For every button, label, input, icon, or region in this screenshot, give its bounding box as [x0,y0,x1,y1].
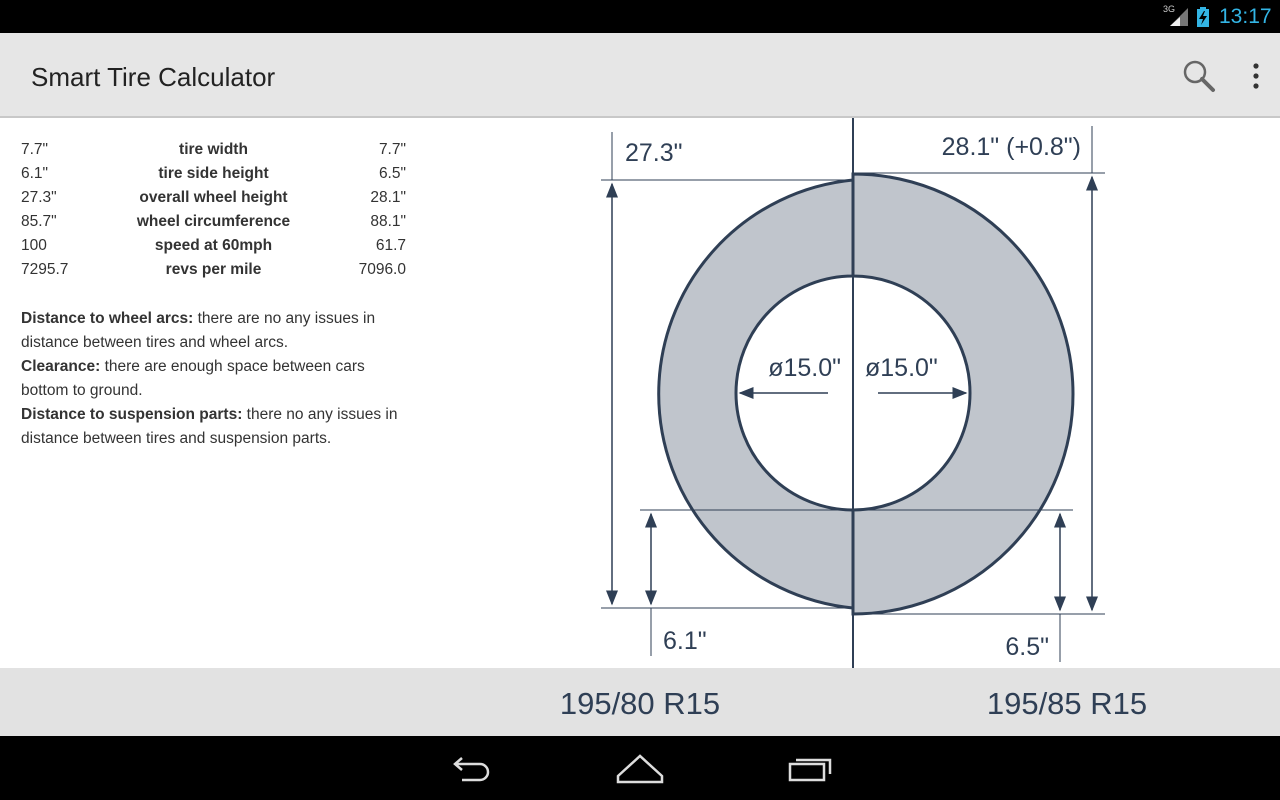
table-row: 7.7" tire width 7.7" [21,139,406,163]
app-title: Smart Tire Calculator [31,62,276,92]
note-clearance: Clearance: there are enough space betwee… [21,355,406,403]
overflow-menu-icon[interactable] [1244,59,1268,93]
note-title: Clearance: [21,358,101,375]
left-side-label: 6.1" [663,627,707,655]
action-bar: Smart Tire Calculator [0,33,1280,118]
note-title: Distance to wheel arcs: [21,310,194,327]
row-label: revs per mile [165,261,262,278]
table-row: 100 speed at 60mph 61.7 [21,235,406,259]
table-row: 6.1" tire side height 6.5" [21,163,406,187]
comparison-table: 7.7" tire width 7.7" 6.1" tire side heig… [21,139,406,283]
note-title: Distance to suspension parts: [21,406,243,423]
note-wheel-arcs: Distance to wheel arcs: there are no any… [21,307,406,355]
clock: 13:17 [1219,5,1272,28]
right-side-label: 6.5" [1005,633,1049,661]
right-tire-half [851,172,1075,616]
row-label: overall wheel height [139,189,288,206]
tire-diagram: 27.3" 28.1" (+0.8") ø15.0" ø15.0" 6.1" 6… [601,118,1105,668]
right-tire-size[interactable]: 195/85 R15 [907,686,1227,722]
note-suspension: Distance to suspension parts: there no a… [21,403,406,451]
back-icon[interactable] [442,752,498,786]
tire-size-bar: 195/80 R15 195/85 R15 [0,668,1280,736]
search-icon[interactable] [1178,57,1220,95]
row-label: wheel circumference [136,213,291,230]
battery-icon [1197,7,1209,27]
left-rim-label: ø15.0" [768,354,841,382]
row-label: speed at 60mph [154,237,273,254]
fitment-notes: Distance to wheel arcs: there are no any… [21,307,406,451]
status-bar: 3G 13:17 [0,0,1280,33]
navigation-bar [0,736,1280,800]
right-value: 7096.0 [358,261,406,278]
right-value: 88.1" [370,213,406,230]
table-row: 27.3" overall wheel height 28.1" [21,187,406,211]
recent-apps-icon[interactable] [783,752,839,786]
table-row: 85.7" wheel circumference 88.1" [21,211,406,235]
left-tire-half [657,178,855,610]
left-height-label: 27.3" [625,139,683,167]
home-icon[interactable] [612,752,668,786]
right-value: 28.1" [370,189,406,206]
right-value: 61.7 [375,237,406,254]
table-row: 7295.7 revs per mile 7096.0 [21,259,406,283]
right-value: 6.5" [378,165,406,182]
row-label: tire width [179,141,248,158]
signal-icon [1170,8,1188,26]
left-tire-size[interactable]: 195/80 R15 [480,686,800,722]
row-label: tire side height [158,165,269,182]
right-height-label: 28.1" (+0.8") [942,133,1081,161]
right-value: 7.7" [378,141,406,158]
right-rim-label: ø15.0" [865,354,938,382]
